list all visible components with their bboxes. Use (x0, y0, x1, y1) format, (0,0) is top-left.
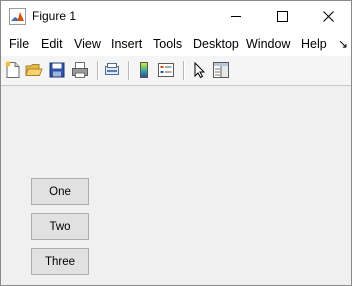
print-icon[interactable] (71, 61, 89, 79)
insert-legend-icon[interactable] (157, 61, 175, 79)
new-figure-icon[interactable] (4, 61, 22, 79)
window-title: Figure 1 (32, 9, 77, 23)
menu-edit[interactable]: Edit (41, 37, 63, 51)
toolbar-separator (128, 61, 130, 80)
menu-window[interactable]: Window (246, 37, 290, 51)
figure-window: Figure 1 File Edit View Insert Tools Des… (0, 0, 352, 286)
close-icon (323, 11, 334, 22)
figure-toolbar (1, 56, 351, 86)
property-inspector-icon[interactable] (212, 61, 230, 79)
menu-tools[interactable]: Tools (153, 37, 182, 51)
toolbar-separator (183, 61, 185, 80)
title-bar[interactable]: Figure 1 (1, 1, 351, 32)
menu-view[interactable]: View (74, 37, 101, 51)
three-button[interactable]: Three (31, 248, 89, 275)
two-button[interactable]: Two (31, 213, 89, 240)
minimize-button[interactable] (213, 1, 259, 32)
insert-colorbar-icon[interactable] (135, 61, 153, 79)
one-button[interactable]: One (31, 178, 89, 205)
matlab-logo-icon (9, 8, 26, 25)
open-file-icon[interactable] (25, 61, 43, 79)
edit-plot-arrow-icon[interactable] (190, 61, 208, 79)
minimize-icon (231, 16, 241, 17)
menu-insert[interactable]: Insert (111, 37, 142, 51)
toolbar-separator (97, 61, 99, 80)
menu-bar: File Edit View Insert Tools Desktop Wind… (1, 32, 351, 56)
double-chevron-right-icon[interactable]: ↘ (338, 37, 348, 51)
figure-canvas: One Two Three (1, 86, 351, 285)
menu-desktop[interactable]: Desktop (193, 37, 239, 51)
maximize-button[interactable] (259, 1, 305, 32)
menu-file[interactable]: File (9, 37, 29, 51)
menu-help[interactable]: Help (301, 37, 327, 51)
save-icon[interactable] (48, 61, 66, 79)
maximize-icon (277, 11, 288, 22)
link-plot-icon[interactable] (103, 61, 121, 79)
close-button[interactable] (305, 1, 351, 32)
